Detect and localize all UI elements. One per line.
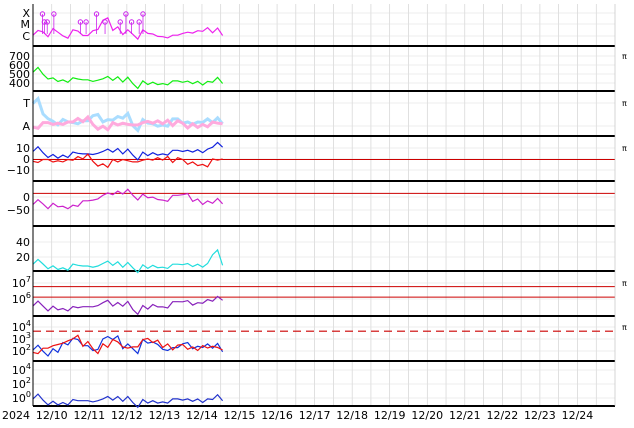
series-line <box>32 188 224 210</box>
x-tick-label: 12/10 <box>36 409 68 422</box>
x-tick-label: 12/15 <box>224 409 256 422</box>
x-tick-label: 12/14 <box>186 409 218 422</box>
x-tick-label: 12/12 <box>111 409 143 422</box>
x-tick-label: 12/19 <box>374 409 406 422</box>
y-tick-label: T <box>22 97 30 110</box>
series-line <box>32 248 224 274</box>
space-weather-chart: X M C 700 600 500 400 π T Aπ 10 0 −10 π 0 −50 40 20 107 106… <box>0 0 634 424</box>
y-tick-label: 102 <box>12 343 31 358</box>
panel-right-label: π <box>622 52 627 61</box>
y-tick-label: 400 <box>9 77 30 90</box>
chart-canvas: XMC700600500400πTAπ100−10π0−504020107106… <box>2 4 627 422</box>
panel-right-label: π <box>622 99 627 108</box>
y-tick-label: 102 <box>12 376 31 391</box>
x-tick-label: 12/22 <box>487 409 519 422</box>
panel-right-label: π <box>622 144 627 153</box>
x-tick-label: 12/17 <box>299 409 331 422</box>
x-tick-label: 12/21 <box>449 409 481 422</box>
y-tick-label: 20 <box>16 251 30 264</box>
y-tick-label: 104 <box>12 362 31 377</box>
y-tick-label: C <box>22 30 30 43</box>
x-year-label: 2024 <box>2 409 30 422</box>
y-tick-label: 100 <box>12 390 31 405</box>
series-line <box>32 141 224 161</box>
x-tick-label: 12/20 <box>411 409 443 422</box>
y-tick-label: 107 <box>12 275 31 290</box>
panel-right-label: π <box>622 279 627 288</box>
y-tick-label: 40 <box>16 236 30 249</box>
x-tick-label: 12/16 <box>261 409 293 422</box>
x-tick-label: 12/11 <box>73 409 105 422</box>
x-tick-label: 12/13 <box>149 409 181 422</box>
x-tick-label: 12/18 <box>336 409 368 422</box>
y-tick-label: A <box>22 120 30 133</box>
y-tick-label: 0 <box>23 191 30 204</box>
panel-right-label: π <box>622 323 627 332</box>
y-tick-label: 106 <box>12 291 31 306</box>
series-line <box>32 66 224 90</box>
y-tick-label: −50 <box>7 204 30 217</box>
x-tick-label: 12/23 <box>524 409 556 422</box>
x-tick-label: 12/24 <box>562 409 594 422</box>
y-tick-label: −10 <box>7 164 30 177</box>
